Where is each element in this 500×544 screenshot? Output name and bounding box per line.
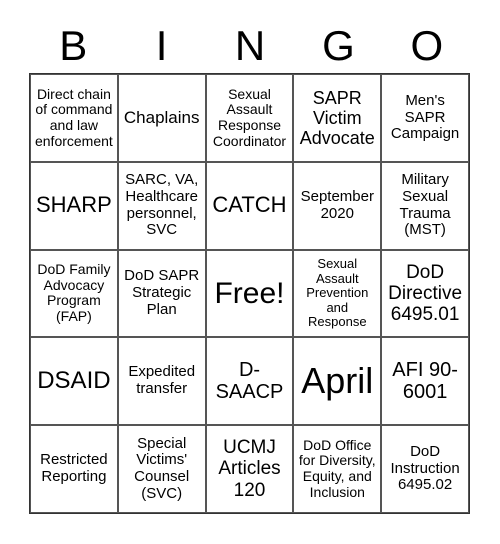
bingo-cell[interactable]: Direct chain of command and law enforcem…: [30, 74, 118, 162]
bingo-cell[interactable]: Expedited transfer: [117, 337, 206, 426]
bingo-cell[interactable]: Restricted Reporting: [30, 425, 118, 513]
bingo-cell[interactable]: September 2020: [293, 161, 382, 250]
cell-text: D-SAACP: [215, 358, 284, 404]
header-letter-n: N: [234, 22, 266, 69]
cell-text: Sexual Assault Response Coordinator: [212, 85, 287, 149]
bingo-cell[interactable]: DoD Instruction 6495.02: [381, 425, 469, 513]
bingo-cell[interactable]: Men's SAPR Campaign: [381, 74, 469, 162]
cell-text: SHARP: [36, 192, 112, 218]
cell-text: DoD SAPR Strategic Plan: [124, 267, 200, 318]
cell-text: Free!: [214, 276, 285, 310]
bingo-cell[interactable]: SARC, VA, Healthcare personnel, SVC: [117, 161, 206, 250]
bingo-cell[interactable]: CATCH: [205, 161, 294, 250]
bingo-cell[interactable]: DoD SAPR Strategic Plan: [117, 249, 206, 338]
cell-text: Direct chain of command and law enforcem…: [34, 85, 113, 149]
cell-text: DoD Family Advocacy Program (FAP): [37, 261, 111, 325]
bingo-cell[interactable]: AFI 90-6001: [381, 337, 469, 426]
header-letter-b: B: [59, 22, 88, 69]
cell-text: DSAID: [37, 366, 111, 394]
cell-text: Sexual Assault Prevention and Response: [306, 256, 369, 330]
cell-text: AFI 90-6001: [392, 358, 458, 404]
bingo-cell[interactable]: Military Sexual Trauma (MST): [381, 161, 469, 250]
header-letter-g: G: [322, 22, 355, 69]
cell-text: Expedited transfer: [128, 363, 196, 398]
cell-text: DoD Directive 6495.01: [388, 261, 463, 326]
cell-text: UCMJ Articles 120: [218, 437, 281, 501]
bingo-cell[interactable]: Chaplains: [117, 74, 206, 162]
bingo-cell[interactable]: SAPR Victim Advocate: [293, 74, 382, 162]
cell-text: Special Victims' Counsel (SVC): [134, 434, 190, 502]
bingo-cell[interactable]: D-SAACP: [205, 337, 294, 426]
bingo-cell[interactable]: DoD Office for Diversity, Equity, and In…: [293, 425, 382, 513]
bingo-cell[interactable]: Special Victims' Counsel (SVC): [117, 425, 206, 513]
free-space[interactable]: Free!: [205, 249, 294, 338]
bingo-cell[interactable]: UCMJ Articles 120: [205, 425, 294, 513]
header-letter-i: I: [155, 22, 168, 69]
cell-text: CATCH: [212, 192, 287, 218]
cell-text: April: [301, 360, 374, 402]
bingo-cell[interactable]: DoD Directive 6495.01: [381, 249, 469, 338]
bingo-cell[interactable]: DSAID: [30, 337, 118, 426]
header-letter-o: O: [410, 22, 444, 69]
cell-text: Restricted Reporting: [40, 451, 108, 486]
bingo-grid: Direct chain of command and law enforcem…: [29, 73, 470, 514]
cell-text: DoD Office for Diversity, Equity, and In…: [298, 436, 376, 500]
bingo-cell[interactable]: Sexual Assault Prevention and Response: [293, 249, 382, 338]
bingo-header: B I N G O: [29, 20, 471, 72]
bingo-cell[interactable]: April: [293, 337, 382, 426]
cell-text: September 2020: [300, 187, 374, 222]
bingo-cell[interactable]: Sexual Assault Response Coordinator: [205, 74, 294, 162]
cell-text: SARC, VA, Healthcare personnel, SVC: [125, 171, 199, 239]
cell-text: SAPR Victim Advocate: [299, 87, 375, 148]
bingo-cell[interactable]: DoD Family Advocacy Program (FAP): [30, 249, 118, 338]
cell-text: DoD Instruction 6495.02: [390, 442, 460, 494]
bingo-cell[interactable]: SHARP: [30, 161, 118, 250]
cell-text: Men's SAPR Campaign: [390, 91, 460, 143]
cell-text: Military Sexual Trauma (MST): [399, 171, 451, 239]
cell-text: Chaplains: [123, 108, 200, 128]
